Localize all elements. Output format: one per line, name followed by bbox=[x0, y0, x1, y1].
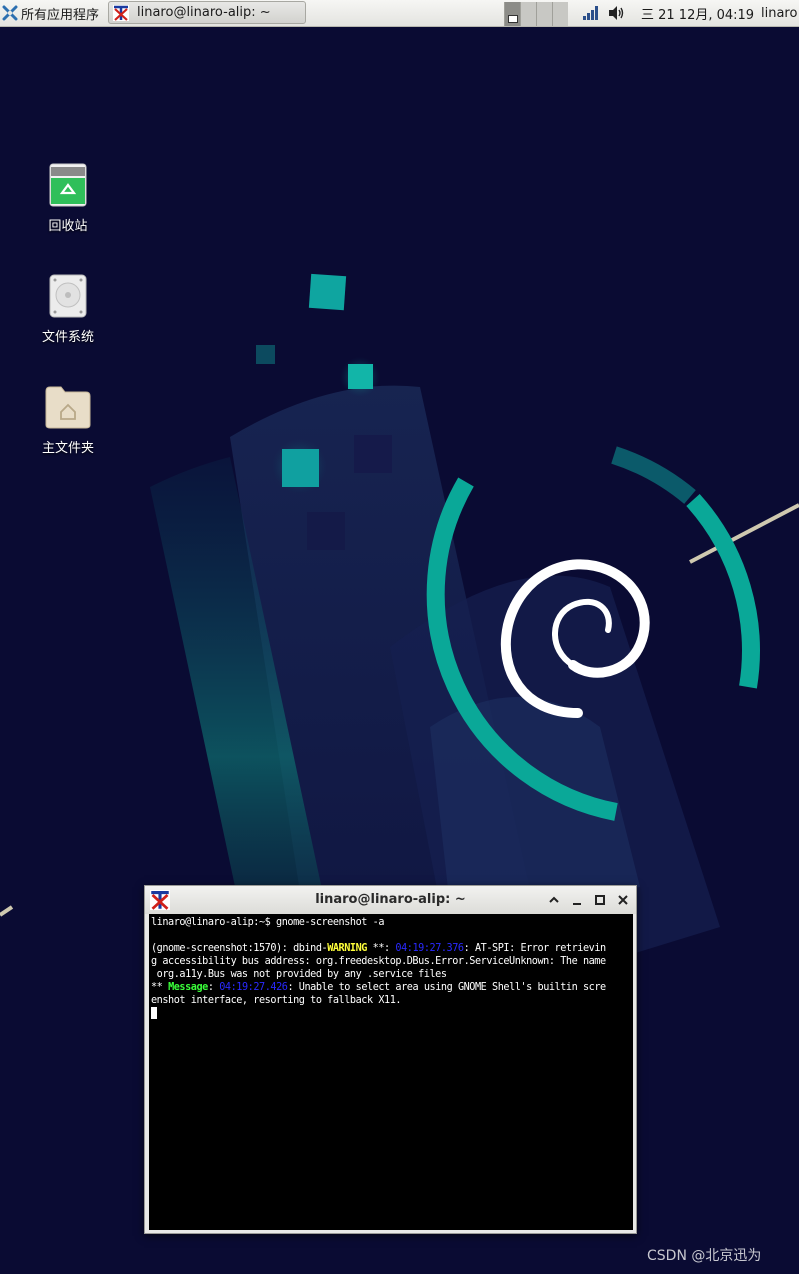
signal-bars-icon bbox=[583, 6, 598, 20]
warning-stars: **: bbox=[366, 943, 396, 954]
taskbar-window-button[interactable]: linaro@linaro-alip: ~ bbox=[108, 1, 306, 24]
volume-icon[interactable] bbox=[608, 0, 626, 26]
warning-timestamp: 04:19:27.376 bbox=[395, 943, 464, 954]
workspace-4[interactable] bbox=[552, 1, 568, 26]
speaker-icon bbox=[609, 6, 624, 20]
warning-prefix: (gnome-screenshot:1570): dbind- bbox=[151, 943, 328, 954]
workspace-2[interactable] bbox=[520, 1, 536, 26]
trash-icon bbox=[49, 163, 87, 207]
network-signal-icon[interactable] bbox=[582, 0, 600, 26]
workspace-3[interactable] bbox=[536, 1, 552, 26]
desktop-icon-home-folder[interactable]: 主文件夹 bbox=[23, 385, 113, 456]
terminal-prompt-line: linaro@linaro-alip:~$ gnome-screenshot -… bbox=[151, 917, 385, 928]
taskbar-window-title: linaro@linaro-alip: ~ bbox=[137, 5, 271, 20]
workspace-switcher[interactable] bbox=[504, 0, 568, 26]
user-menu[interactable]: linaro bbox=[761, 0, 797, 26]
warning-word: WARNING bbox=[327, 943, 367, 954]
shade-button[interactable] bbox=[545, 891, 563, 909]
terminal-message-line: ** Message: 04:19:27.426: Unable to sele… bbox=[151, 982, 606, 1006]
message-sep: : bbox=[207, 982, 220, 993]
desktop-icon-label: 回收站 bbox=[48, 219, 88, 234]
home-folder-icon bbox=[45, 386, 91, 429]
message-timestamp: 04:19:27.426 bbox=[219, 982, 288, 993]
terminal-window[interactable]: linaro@linaro-alip: ~ linaro@linaro-alip… bbox=[144, 885, 637, 1234]
applications-menu-button[interactable]: 所有应用程序 bbox=[2, 0, 99, 26]
message-prefix: ** bbox=[151, 982, 169, 993]
xfce-logo-icon bbox=[2, 5, 18, 21]
top-panel: 所有应用程序 linaro@linaro-alip: ~ 三 21 12月, 0… bbox=[0, 0, 799, 27]
workspace-1[interactable] bbox=[504, 1, 520, 26]
terminal-app-icon bbox=[113, 4, 129, 21]
terminal-titlebar[interactable]: linaro@linaro-alip: ~ bbox=[145, 886, 636, 914]
minimize-button[interactable] bbox=[568, 891, 586, 909]
workspace-window-thumb bbox=[508, 14, 518, 23]
desktop-icon-trash[interactable]: 回收站 bbox=[23, 163, 113, 234]
desktop-icon-label: 文件系统 bbox=[41, 330, 94, 345]
applications-menu-label: 所有应用程序 bbox=[21, 7, 100, 23]
close-button[interactable] bbox=[614, 891, 632, 909]
hard-drive-icon bbox=[49, 274, 87, 318]
maximize-button[interactable] bbox=[591, 891, 609, 909]
terminal-warning-line: (gnome-screenshot:1570): dbind-WARNING *… bbox=[151, 943, 606, 980]
terminal-cursor bbox=[151, 1007, 157, 1019]
watermark: CSDN @北京迅为 bbox=[647, 1248, 762, 1264]
desktop-icon-label: 主文件夹 bbox=[41, 441, 94, 456]
desktop-icon-filesystem[interactable]: 文件系统 bbox=[23, 274, 113, 345]
terminal-output[interactable]: linaro@linaro-alip:~$ gnome-screenshot -… bbox=[149, 914, 633, 1230]
message-word: Message bbox=[168, 982, 208, 993]
clock[interactable]: 三 21 12月, 04:19 bbox=[641, 0, 754, 26]
